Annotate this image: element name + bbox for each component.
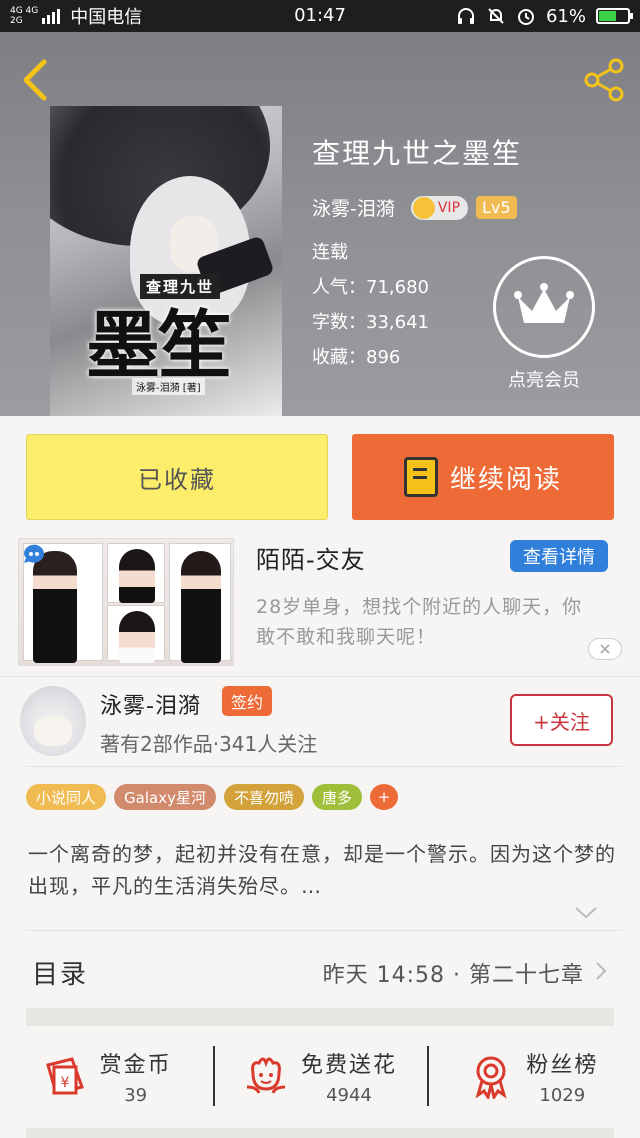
popularity: 人气：71,680 xyxy=(312,277,429,298)
network-bottom: 2G xyxy=(10,16,23,26)
book-author-row: 泳雾-泪漪 VIP Lv5 xyxy=(312,194,522,221)
battery-icon xyxy=(596,8,633,24)
section-gap xyxy=(26,1128,614,1138)
member-label: 点亮会员 xyxy=(508,370,580,391)
back-button[interactable] xyxy=(18,58,54,102)
tag[interactable]: 唐多 xyxy=(311,784,362,810)
book-author[interactable]: 泳雾-泪漪 xyxy=(312,194,395,221)
medal-icon xyxy=(475,1056,507,1099)
vip-label: VIP xyxy=(437,199,461,216)
author-name[interactable]: 泳雾-泪漪 xyxy=(100,688,201,720)
signed-badge: 签约 xyxy=(222,686,272,716)
book-header: 查理九世 墨笙 泳雾-泪漪 [著] 查理九世之墨笙 泳雾-泪漪 VIP Lv5 … xyxy=(0,32,640,416)
latest-chapter: 昨天 14:58 · 第二十七章 xyxy=(322,963,584,988)
fans-label: 粉丝榜 xyxy=(526,1052,599,1078)
continue-reading-button[interactable]: 继续阅读 xyxy=(352,434,614,520)
member-button[interactable]: 点亮会员 xyxy=(493,256,595,392)
divider xyxy=(26,930,622,931)
flower-icon xyxy=(246,1057,286,1094)
headphones-icon xyxy=(457,8,474,24)
book-stats: 连载 人气：71,680 字数：33,641 收藏：896 xyxy=(312,235,522,375)
battery-percent: 61% xyxy=(545,5,586,27)
tag-list: 小说同人 Galaxy星河 不喜勿喷 唐多 + xyxy=(26,784,398,810)
status-bar: 4G 4G 2G 中国电信 01:47 61% xyxy=(0,0,640,32)
divider xyxy=(26,766,622,767)
mute-bell-icon xyxy=(488,8,504,24)
send-flower-button[interactable]: 免费送花 4944 xyxy=(213,1026,426,1126)
book-info: 查理九世之墨笙 泳雾-泪漪 VIP Lv5 连载 人气：71,680 字数：33… xyxy=(312,132,522,375)
share-button[interactable] xyxy=(580,56,628,104)
vip-crown-icon xyxy=(412,196,435,219)
fans-value: 1029 xyxy=(539,1084,586,1106)
collected-label: 已收藏 xyxy=(138,465,216,494)
section-gap xyxy=(26,1008,614,1026)
bottom-actions: ¥ 赏金币 39 免费送花 4944 粉丝榜 1029 xyxy=(0,1026,640,1126)
tag[interactable]: 不喜勿喷 xyxy=(223,784,304,810)
alarm-icon xyxy=(517,9,534,25)
fan-ranking-button[interactable]: 粉丝榜 1029 xyxy=(426,1026,640,1126)
author-avatar[interactable] xyxy=(20,686,86,756)
expand-chevron-icon[interactable] xyxy=(574,906,598,920)
tag[interactable]: Galaxy星河 xyxy=(114,784,216,810)
ad-close-button[interactable] xyxy=(588,638,622,660)
divider xyxy=(0,676,640,677)
tag[interactable]: 小说同人 xyxy=(26,784,107,810)
serial-status: 连载 xyxy=(312,242,348,263)
book-detail-page: 4G 4G 2G 中国电信 01:47 61% 查理九世 墨笙 泳雾-泪漪 [著… xyxy=(0,0,640,1138)
chevron-left-icon xyxy=(23,59,47,101)
book-icon xyxy=(403,457,438,497)
reward-coins-button[interactable]: ¥ 赏金币 39 xyxy=(0,1026,213,1126)
add-tag-button[interactable]: + xyxy=(369,784,398,810)
flower-value: 4944 xyxy=(326,1084,372,1106)
follow-button[interactable]: +关注 xyxy=(510,694,613,746)
book-title: 查理九世之墨笙 xyxy=(312,137,523,170)
flower-label: 免费送花 xyxy=(300,1052,397,1078)
momo-logo-icon xyxy=(23,544,44,563)
toc-label: 目录 xyxy=(32,960,89,990)
reward-envelope-icon: ¥ xyxy=(45,1057,84,1095)
battery-fill xyxy=(599,11,617,21)
reward-value: 39 xyxy=(124,1084,148,1106)
book-cover[interactable]: 查理九世 墨笙 泳雾-泪漪 [著] xyxy=(50,106,282,416)
synopsis[interactable]: 一个离奇的梦，起初并没有在意，却是一个警示。因为这个梦的出现，平凡的生活消失殆尽… xyxy=(28,838,618,902)
chevron-right-icon xyxy=(596,962,607,980)
author-stats: 著有2部作品·341人关注 xyxy=(100,732,318,756)
continue-reading-label: 继续阅读 xyxy=(449,464,562,495)
level-badge: Lv5 xyxy=(476,196,517,219)
crown-icon xyxy=(514,283,574,323)
close-icon xyxy=(600,644,610,654)
cover-author: 泳雾-泪漪 [著] xyxy=(132,378,205,395)
ad-description: 28岁单身，想找个附近的人聊天，你敢不敢和我聊天呢！ xyxy=(256,596,583,648)
status-right: 61% xyxy=(456,5,633,27)
svg-text:¥: ¥ xyxy=(60,1075,69,1091)
favorites-count: 收藏：896 xyxy=(312,347,401,368)
ad-image[interactable] xyxy=(18,538,234,666)
signal-icon xyxy=(42,8,62,24)
reward-label: 赏金币 xyxy=(99,1052,172,1078)
table-of-contents-row[interactable]: 目录 昨天 14:58 · 第二十七章 xyxy=(0,932,640,1010)
carrier-name: 中国电信 xyxy=(70,7,143,28)
collected-button[interactable]: 已收藏 xyxy=(26,434,328,520)
cover-title: 墨笙 xyxy=(86,303,232,389)
vip-badge: VIP xyxy=(410,195,469,220)
ad-detail-button[interactable]: 查看详情 xyxy=(510,540,608,572)
network-indicator: 4G 4G 2G xyxy=(10,6,38,26)
word-count: 字数：33,641 xyxy=(312,312,429,333)
ad-title[interactable]: 陌陌-交友 xyxy=(256,540,366,575)
network-top: 4G 4G xyxy=(10,6,39,16)
share-icon xyxy=(584,58,624,102)
